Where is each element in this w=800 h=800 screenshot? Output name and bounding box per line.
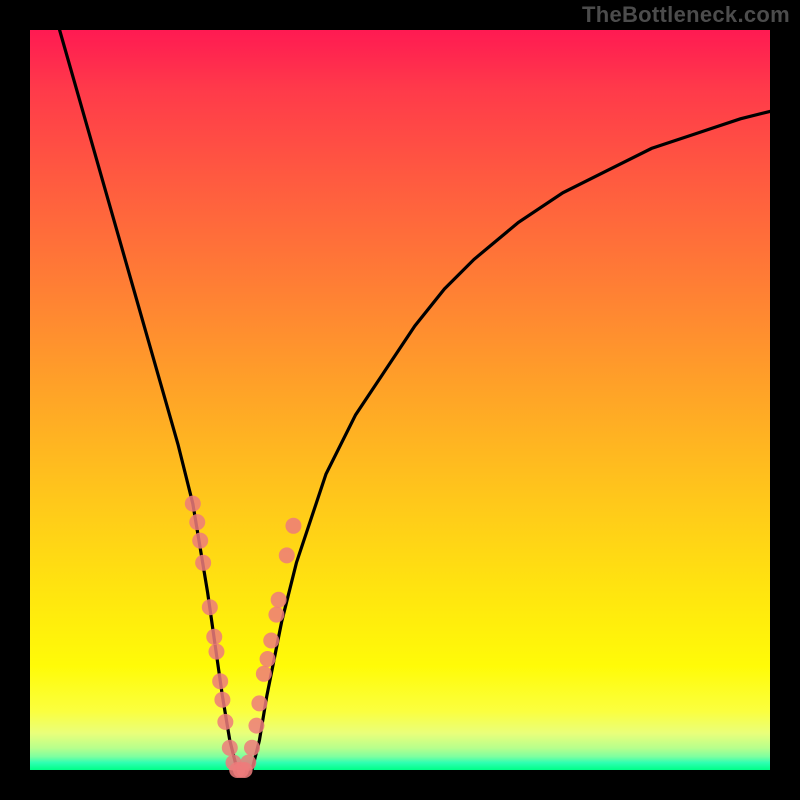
highlight-dot [212, 673, 228, 689]
highlight-dot [248, 718, 264, 734]
watermark-text: TheBottleneck.com [582, 2, 790, 28]
highlight-dots [185, 496, 302, 778]
chart-svg [30, 30, 770, 770]
highlight-dot [260, 651, 276, 667]
highlight-dot [271, 592, 287, 608]
highlight-dot [208, 644, 224, 660]
highlight-dot [285, 518, 301, 534]
highlight-dot [222, 740, 238, 756]
highlight-dot [202, 599, 218, 615]
highlight-dot [185, 496, 201, 512]
chart-plot-area [30, 30, 770, 770]
highlight-dot [279, 547, 295, 563]
highlight-dot [263, 633, 279, 649]
highlight-dot [240, 755, 256, 771]
chart-frame: TheBottleneck.com [0, 0, 800, 800]
bottleneck-curve [60, 30, 770, 770]
highlight-dot [214, 692, 230, 708]
highlight-dot [268, 607, 284, 623]
highlight-dot [217, 714, 233, 730]
highlight-dot [251, 695, 267, 711]
highlight-dot [256, 666, 272, 682]
highlight-dot [195, 555, 211, 571]
highlight-dot [192, 533, 208, 549]
highlight-dot [189, 514, 205, 530]
highlight-dot [206, 629, 222, 645]
highlight-dot [244, 740, 260, 756]
